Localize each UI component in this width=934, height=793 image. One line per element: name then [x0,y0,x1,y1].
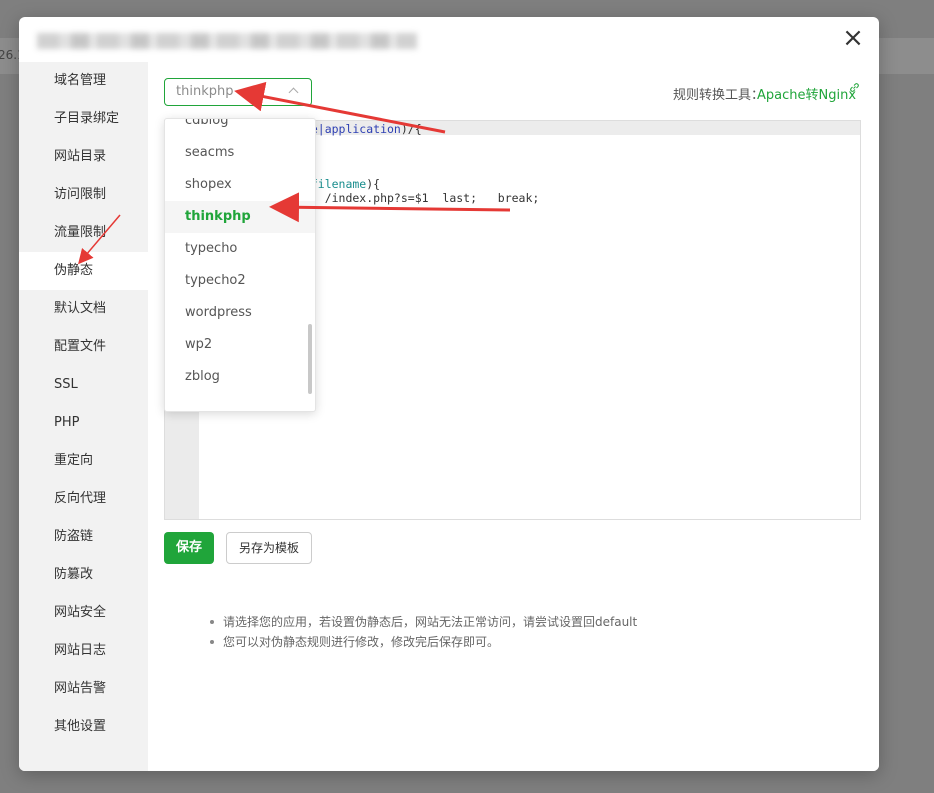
sidebar-item-subdir[interactable]: 子目录绑定 [19,100,148,138]
modal-header: × [19,17,879,62]
rewrite-panel: thinkphp 规则转换工具： Apache转Nginx ime|applic… [148,62,879,771]
settings-sidebar: 域名管理 子目录绑定 网站目录 访问限制 流量限制 伪静态 默认文档 配置文件 … [19,62,148,771]
sidebar-item-site-dir[interactable]: 网站目录 [19,138,148,176]
sidebar-item-other[interactable]: 其他设置 [19,708,148,746]
dropdown-option-typecho2[interactable]: typecho2 [165,265,315,297]
convert-tool-label: 规则转换工具： [673,88,765,103]
sidebar-item-redirect[interactable]: 重定向 [19,442,148,480]
sidebar-item-hotlink[interactable]: 防盗链 [19,518,148,556]
dropdown-option-typecho[interactable]: typecho [165,233,315,265]
sidebar-item-rewrite[interactable]: 伪静态 [19,252,148,290]
code-line-3: )$ /index.php?s=$1 last; break; [297,191,540,205]
dropdown-option-zblog[interactable]: zblog [165,361,315,393]
dropdown-option-wordpress[interactable]: wordpress [165,297,315,329]
sidebar-item-tamper[interactable]: 防篡改 [19,556,148,594]
close-button[interactable]: × [841,25,865,51]
sidebar-item-security[interactable]: 网站安全 [19,594,148,632]
dropdown-option-cdblog[interactable]: cdblog [165,119,315,137]
sidebar-item-traffic-limit[interactable]: 流量限制 [19,214,148,252]
site-settings-modal: × 域名管理 子目录绑定 网站目录 访问限制 流量限制 伪静态 默认文档 配置文… [19,17,879,771]
sidebar-item-config-file[interactable]: 配置文件 [19,328,148,366]
dropdown-scrollbar[interactable] [308,324,312,394]
rewrite-template-select[interactable]: thinkphp [164,78,312,106]
dropdown-option-wp2[interactable]: wp2 [165,329,315,361]
chevron-up-icon [288,87,299,98]
tip-item: 请选择您的应用，若设置伪静态后，网站无法正常访问，请尝试设置回default [208,612,637,632]
tips-list: 请选择您的应用，若设置伪静态后，网站无法正常访问，请尝试设置回default 您… [168,612,637,652]
sidebar-item-access-limit[interactable]: 访问限制 [19,176,148,214]
dropdown-option-shopex[interactable]: shopex [165,169,315,201]
dropdown-option-seacms[interactable]: seacms [165,137,315,169]
sidebar-item-default-doc[interactable]: 默认文档 [19,290,148,328]
sidebar-item-logs[interactable]: 网站日志 [19,632,148,670]
sidebar-item-php[interactable]: PHP [19,404,148,442]
sidebar-item-domain[interactable]: 域名管理 [19,62,148,100]
template-dropdown-menu: cdblog seacms shopex thinkphp typecho ty… [164,118,316,412]
save-button[interactable]: 保存 [164,532,214,564]
external-link-icon[interactable] [849,82,860,96]
select-value: thinkphp [176,84,234,99]
tip-item: 您可以对伪静态规则进行修改，修改完后保存即可。 [208,632,637,652]
dropdown-option-thinkphp[interactable]: thinkphp [165,201,315,233]
save-as-template-button[interactable]: 另存为模板 [226,532,312,564]
sidebar-item-alerts[interactable]: 网站告警 [19,670,148,708]
modal-title-blurred [37,33,417,49]
sidebar-item-reverse-proxy[interactable]: 反向代理 [19,480,148,518]
apache-to-nginx-link[interactable]: Apache转Nginx [757,84,856,103]
sidebar-item-ssl[interactable]: SSL [19,366,148,404]
